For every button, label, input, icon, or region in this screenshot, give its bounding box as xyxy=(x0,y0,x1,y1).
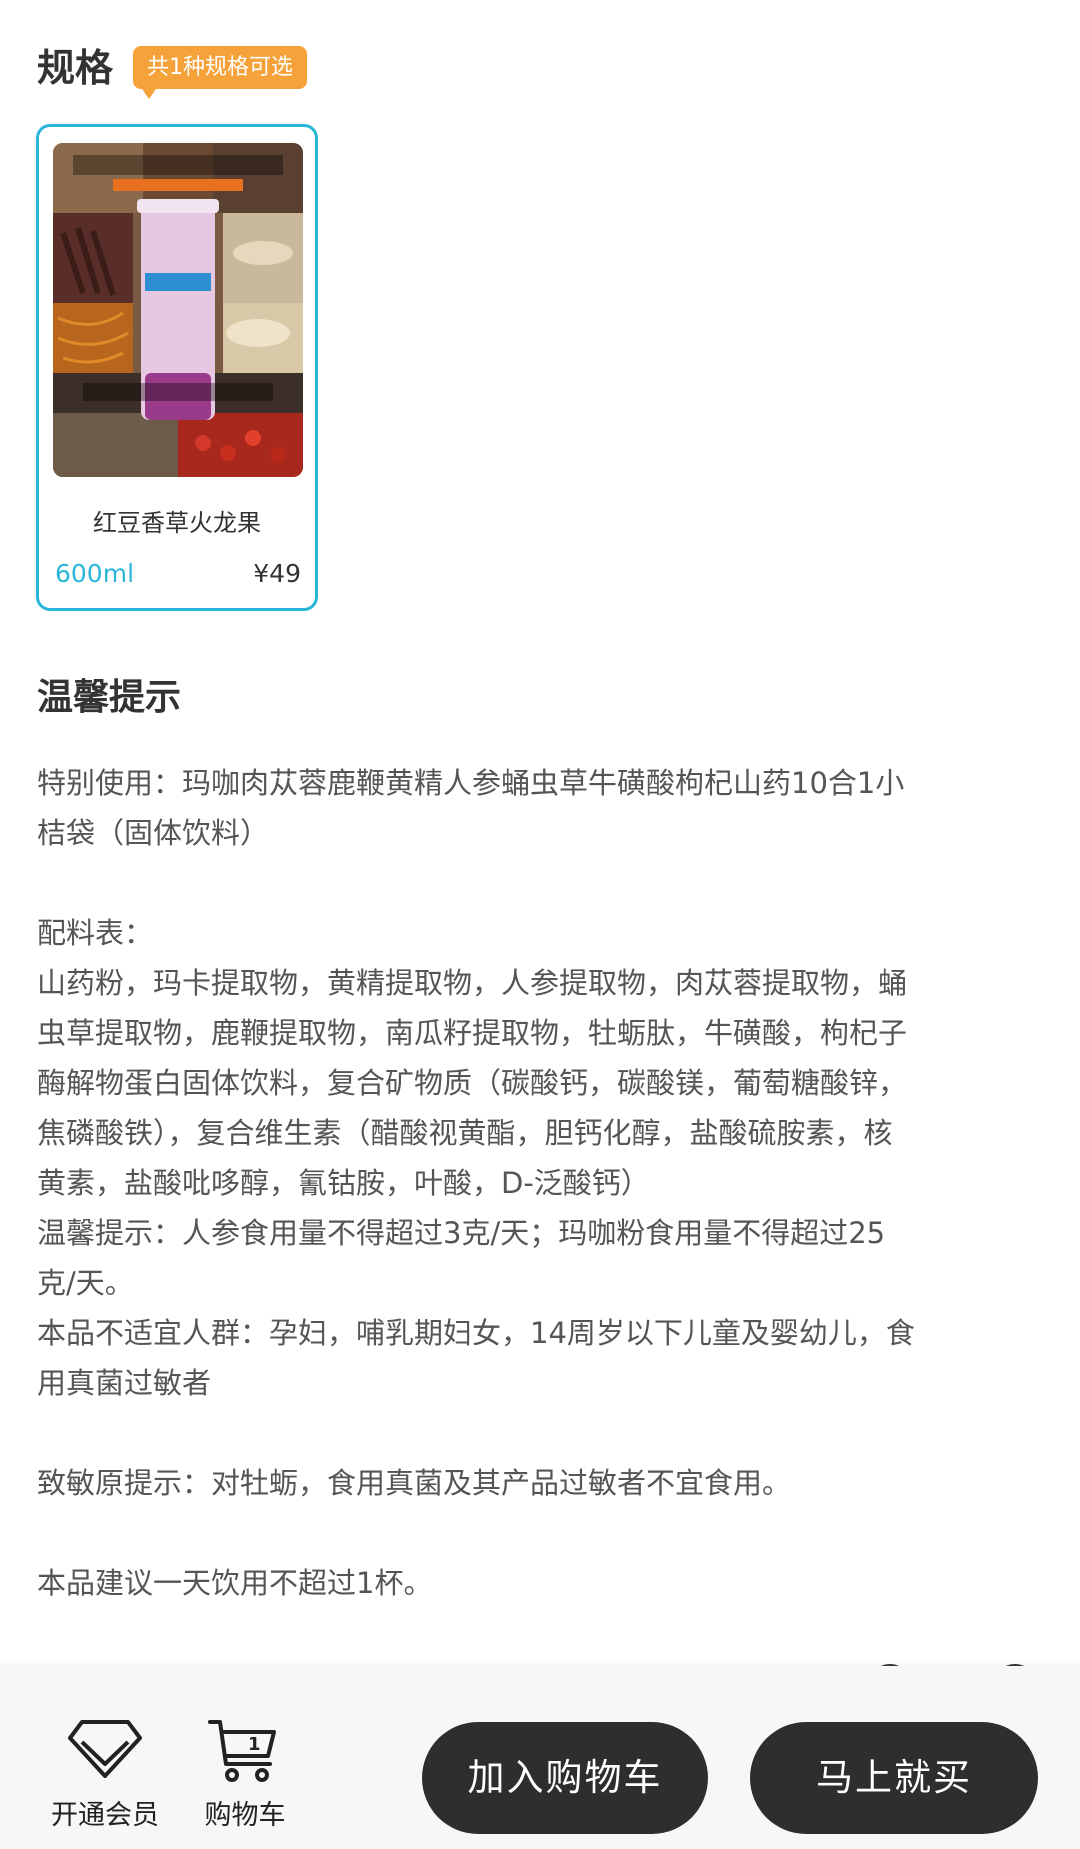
spec-option-card[interactable]: 红豆香草火龙果 600ml ¥49 xyxy=(36,124,318,611)
cart-label: 购物车 xyxy=(204,1800,286,1831)
tips-line: 山药粉，玛卡提取物，黄精提取物，人参提取物，肉苁蓉提取物，蛹 xyxy=(37,966,908,1000)
tips-line: 本品建议一天饮用不超过1杯。 xyxy=(37,1566,433,1600)
tips-line: 虫草提取物，鹿鞭提取物，南瓜籽提取物，牡蛎肽，牛磺酸，枸杞子 xyxy=(37,1016,908,1050)
spec-count-badge: 共1种规格可选 xyxy=(133,46,307,89)
cart-button[interactable]: 1 购物车 xyxy=(195,1718,295,1833)
tips-line: 酶解物蛋白固体饮料，复合矿物质（碳酸钙，碳酸镁，葡萄糖酸锌， xyxy=(37,1066,908,1100)
tips-title: 温馨提示 xyxy=(37,677,182,718)
product-detail-page: 规格 共1种规格可选 红豆香草火龙果 600ml ¥49 温馨提示 特别使用：玛… xyxy=(0,0,1080,1849)
tips-line: 本品不适宜人群：孕妇，哺乳期妇女，14周岁以下儿童及婴幼儿，食 xyxy=(37,1316,915,1350)
spec-option-name: 红豆香草火龙果 xyxy=(93,509,261,537)
spec-title: 规格 xyxy=(37,46,114,90)
add-to-cart-button[interactable]: 加入购物车 xyxy=(422,1722,708,1834)
tips-line: 用真菌过敏者 xyxy=(37,1366,212,1400)
product-image xyxy=(53,143,303,477)
tips-body: 特别使用：玛咖肉苁蓉鹿鞭黄精人参蛹虫草牛磺酸枸杞山药10合1小 桔袋（固体饮料）… xyxy=(37,758,1037,1608)
tips-line: 致敏原提示：对牡蛎，食用真菌及其产品过敏者不宜食用。 xyxy=(37,1466,792,1500)
tips-spacer xyxy=(37,1508,1037,1558)
tips-spacer xyxy=(37,1408,1037,1458)
diamond-icon xyxy=(68,1720,142,1778)
spec-badge-tail xyxy=(140,86,158,99)
tips-line: 特别使用：玛咖肉苁蓉鹿鞭黄精人参蛹虫草牛磺酸枸杞山药10合1小 xyxy=(37,766,905,800)
spec-option-price: ¥49 xyxy=(253,559,301,588)
tips-line: 温馨提示：人参食用量不得超过3克/天；玛咖粉食用量不得超过25 xyxy=(37,1216,886,1250)
tips-line: 焦磷酸铁），复合维生素（醋酸视黄酯，胆钙化醇，盐酸硫胺素，核 xyxy=(37,1116,893,1150)
open-vip-label: 开通会员 xyxy=(51,1800,159,1831)
open-vip-button[interactable]: 开通会员 xyxy=(40,1718,170,1833)
cart-count-badge: 1 xyxy=(248,1734,261,1755)
shopping-cart-icon: 1 xyxy=(208,1720,276,1782)
tips-line: 黄素，盐酸吡哆醇，氰钴胺，叶酸，D-泛酸钙） xyxy=(37,1166,650,1200)
tips-line: 克/天。 xyxy=(37,1266,134,1300)
spec-option-volume: 600ml xyxy=(55,559,135,588)
tips-line: 桔袋（固体饮料） xyxy=(37,816,270,850)
buy-now-button[interactable]: 马上就买 xyxy=(750,1722,1038,1834)
tips-spacer xyxy=(37,858,1037,908)
tips-line: 配料表： xyxy=(37,916,154,950)
